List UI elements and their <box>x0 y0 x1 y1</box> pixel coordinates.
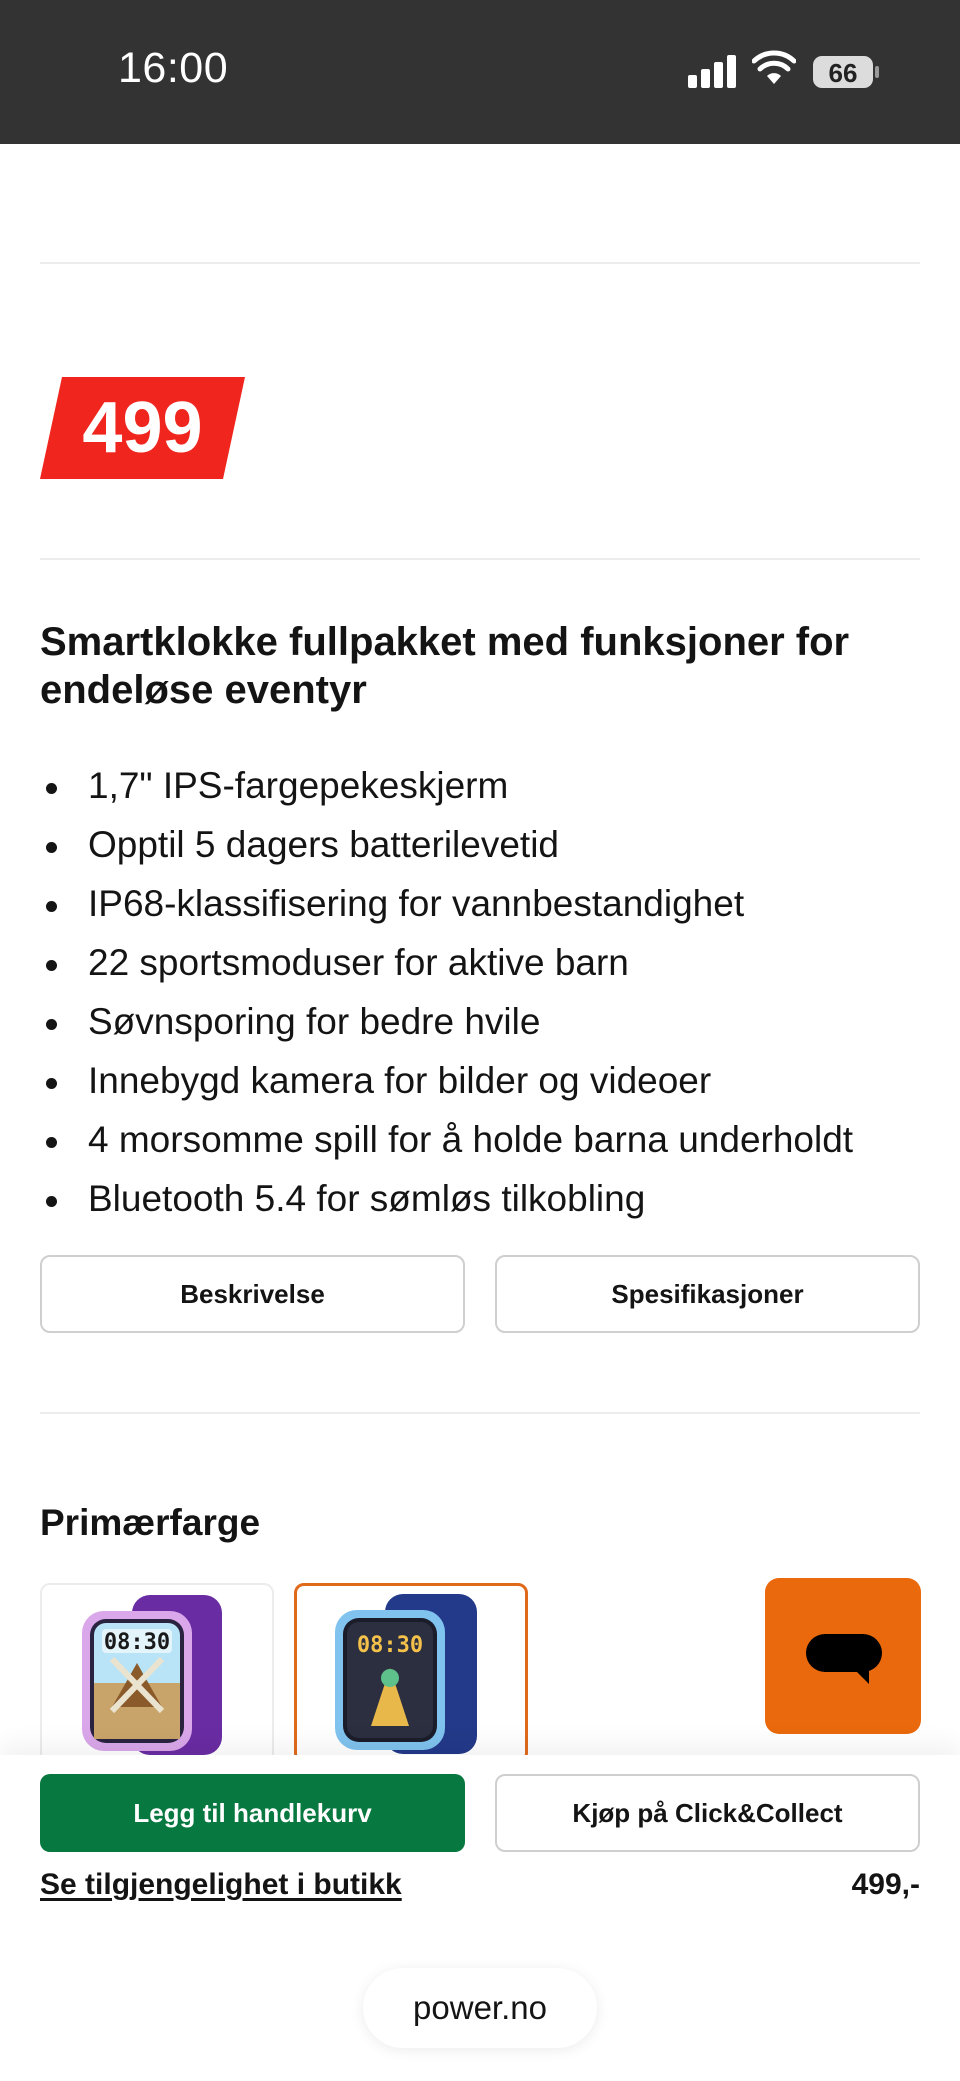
add-to-cart-button[interactable]: Legg til handlekurv <box>40 1774 465 1852</box>
purple-watch-time: 08:30 <box>104 1630 170 1655</box>
price-value: 499 <box>82 388 203 468</box>
blue-watch-time: 08:30 <box>357 1633 423 1658</box>
description-button[interactable]: Beskrivelse <box>40 1255 465 1333</box>
divider <box>40 1412 920 1414</box>
battery-level: 66 <box>829 58 858 88</box>
feature-list: 1,7" IPS-fargepekeskjerm Opptil 5 dagers… <box>40 760 920 1232</box>
color-option-blue[interactable]: 08:30 <box>294 1583 528 1763</box>
feature-item: Innebygd kamera for bilder og videoer <box>40 1055 920 1114</box>
blue-watch-image: 08:30 <box>335 1594 498 1754</box>
feature-item: IP68-klassifisering for vannbestandighet <box>40 878 920 937</box>
feature-item: 4 morsomme spill for å holde barna under… <box>40 1114 920 1173</box>
click-and-collect-button[interactable]: Kjøp på Click&Collect <box>495 1774 920 1852</box>
color-option-purple[interactable]: 08:30 <box>40 1583 274 1763</box>
signal-icon <box>688 52 738 88</box>
specifications-button[interactable]: Spesifikasjoner <box>495 1255 920 1333</box>
divider <box>40 262 920 264</box>
bottom-price: 499,- <box>851 1868 920 1901</box>
color-title: Primærfarge <box>40 1502 261 1543</box>
divider <box>40 558 920 560</box>
chat-button[interactable] <box>765 1578 921 1734</box>
status-time: 16:00 <box>118 44 229 92</box>
chat-bubble-icon <box>806 1634 882 1684</box>
feature-item: Opptil 5 dagers batterilevetid <box>40 819 920 878</box>
product-title: Smartklokke fullpakket med funksjoner fo… <box>40 620 850 712</box>
status-bar: 16:00 66 <box>0 0 960 144</box>
browser-url-bar[interactable]: power.no <box>363 1968 597 2048</box>
feature-item: Søvnsporing for bedre hvile <box>40 996 920 1055</box>
feature-item: Bluetooth 5.4 for sømløs tilkobling <box>40 1173 920 1232</box>
feature-item: 22 sportsmoduser for aktive barn <box>40 937 920 996</box>
wifi-icon <box>752 50 796 84</box>
feature-item: 1,7" IPS-fargepekeskjerm <box>40 760 920 819</box>
battery-icon: 66 <box>813 56 879 88</box>
store-availability-link[interactable]: Se tilgjengelighet i butikk <box>40 1868 402 1902</box>
price-tag: 499 <box>40 377 245 479</box>
purple-watch-image: 08:30 <box>82 1595 245 1755</box>
